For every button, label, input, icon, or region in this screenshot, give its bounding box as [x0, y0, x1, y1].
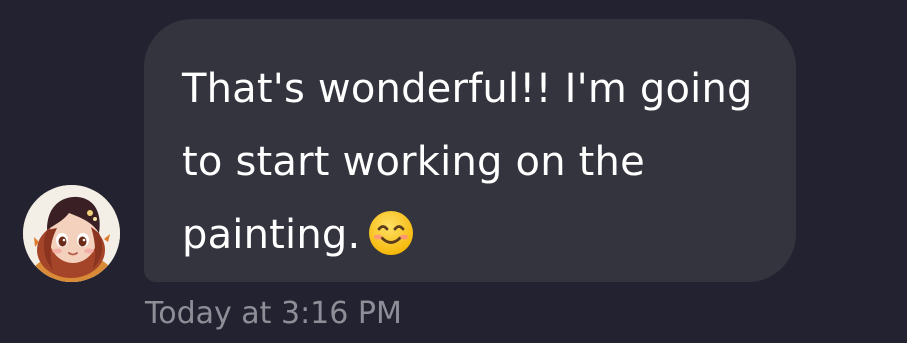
message-body: That's wonderful!! I'm going to start wo… [182, 66, 753, 258]
avatar-illustration-icon [23, 185, 120, 282]
message-timestamp: Today at 3:16 PM [145, 296, 402, 331]
message-text: That's wonderful!! I'm going to start wo… [182, 53, 756, 272]
smiling-face-emoji-icon [368, 207, 414, 255]
chat-message-area: That's wonderful!! I'm going to start wo… [0, 0, 907, 343]
avatar[interactable] [23, 185, 120, 282]
message-bubble[interactable]: That's wonderful!! I'm going to start wo… [144, 19, 796, 282]
